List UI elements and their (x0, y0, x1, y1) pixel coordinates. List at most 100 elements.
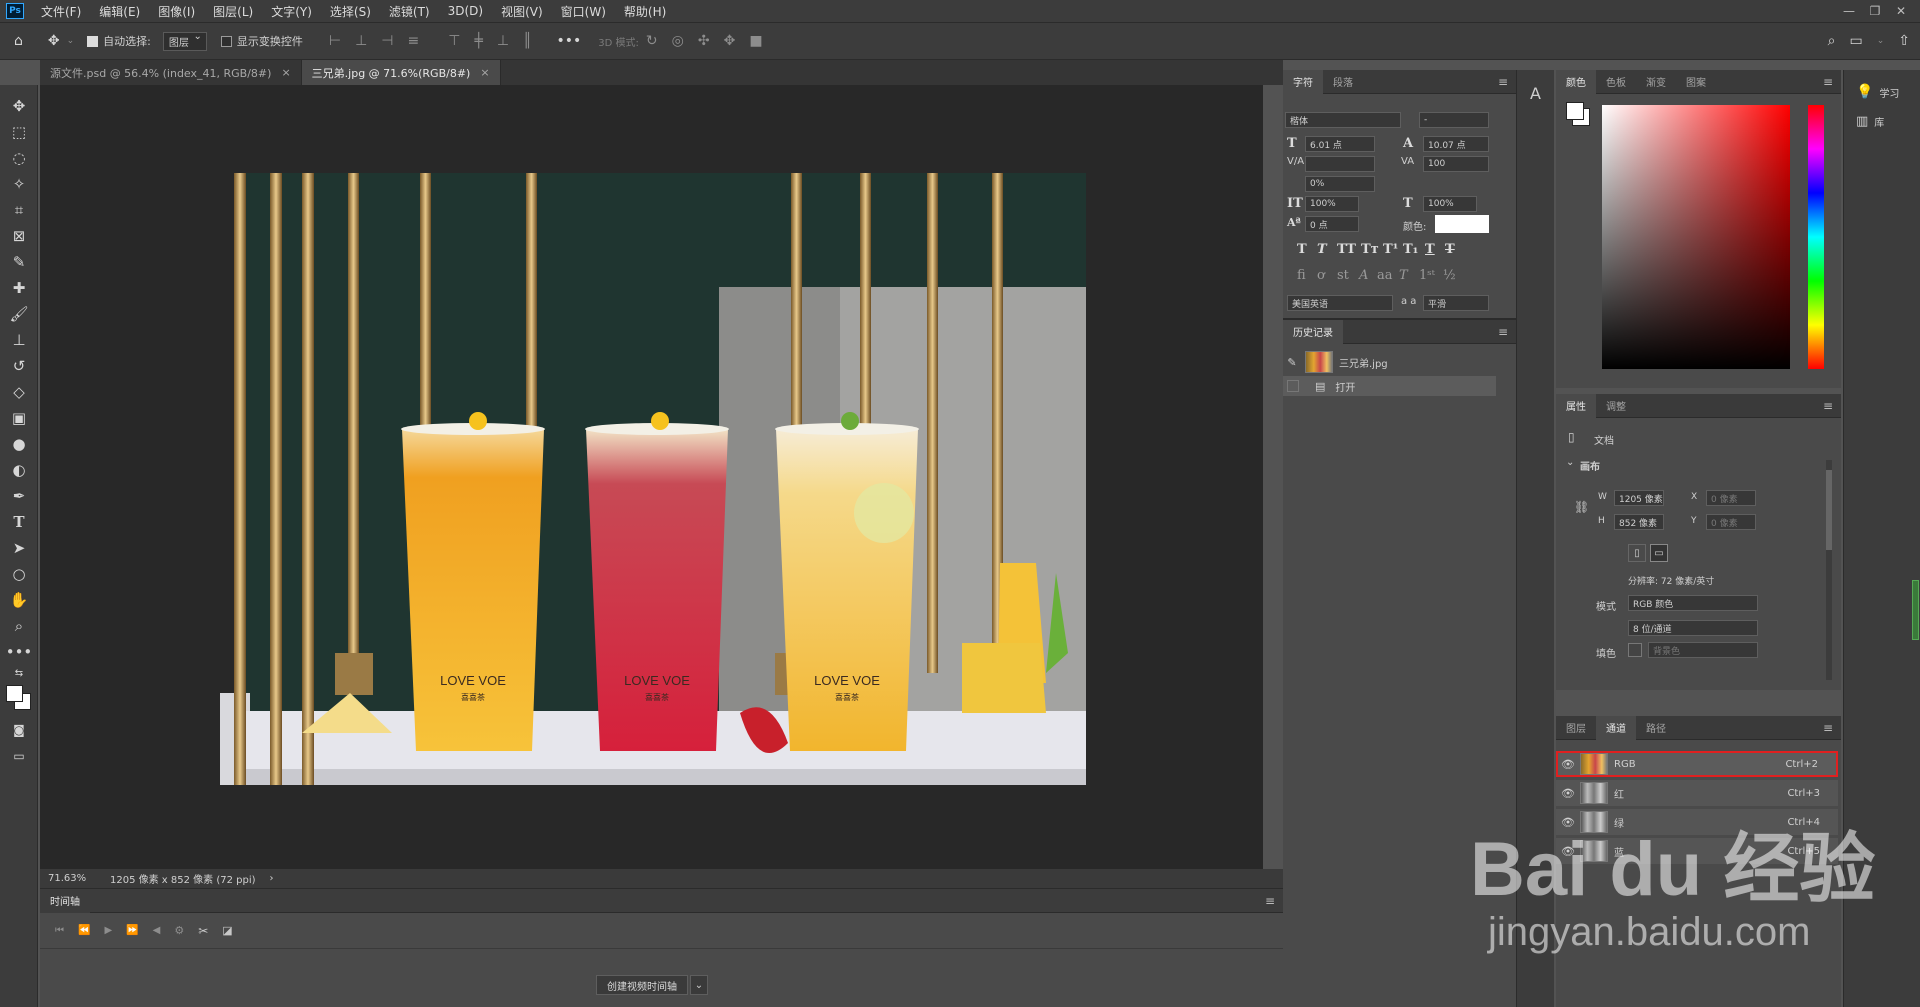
chevron-down-icon[interactable]: ⌄ (1566, 457, 1574, 468)
ligature-icon[interactable]: fi (1297, 268, 1306, 283)
tab-gradients[interactable]: 渐变 (1636, 70, 1676, 94)
settings-gear-icon[interactable]: ⚙ (174, 924, 184, 937)
stylistic-alternates-icon[interactable]: aa (1377, 268, 1393, 283)
menu-3d[interactable]: 3D(D) (439, 4, 492, 18)
subscript-icon[interactable]: T₁ (1403, 242, 1418, 257)
create-video-timeline-button[interactable]: 创建视频时间轴 (596, 975, 688, 995)
swap-colors-icon[interactable]: ⇆ (0, 665, 38, 681)
minimize-button[interactable]: — (1836, 4, 1862, 18)
blur-tool-icon[interactable]: ● (0, 431, 38, 457)
ordinals-icon[interactable]: 1ˢᵗ (1419, 268, 1435, 283)
menu-help[interactable]: 帮助(H) (615, 3, 675, 20)
auto-select-checkbox[interactable] (87, 35, 99, 47)
prev-frame-icon[interactable]: ⏪ (78, 925, 90, 936)
panel-menu-icon[interactable]: ≡ (1498, 75, 1508, 89)
close-icon[interactable]: × (480, 66, 489, 79)
fill-dropdown[interactable]: 背景色 (1648, 642, 1758, 658)
chevron-down-icon[interactable]: ⌄ (690, 975, 708, 995)
menu-layer[interactable]: 图层(L) (204, 3, 262, 20)
marquee-tool-icon[interactable]: ⬚ (0, 119, 38, 145)
scissors-icon[interactable]: ✂ (198, 924, 208, 938)
search-icon[interactable]: ⌕ (1828, 33, 1836, 49)
menu-type[interactable]: 文字(Y) (262, 3, 321, 20)
zoom-level[interactable]: 71.63% (48, 873, 98, 884)
scrollbar-thumb[interactable] (1826, 470, 1832, 550)
frame-tool-icon[interactable]: ⊠ (0, 223, 38, 249)
close-button[interactable]: ✕ (1888, 4, 1914, 18)
play-icon[interactable]: ▶ (104, 925, 112, 936)
align-bottom-icon[interactable]: ⊥ (497, 33, 509, 49)
tsume-field[interactable]: 0% (1305, 176, 1375, 192)
tab-character[interactable]: 字符 (1283, 69, 1323, 94)
chevron-down-icon[interactable]: ⌄ (67, 36, 75, 46)
hue-slider[interactable] (1808, 105, 1824, 369)
kerning-field[interactable] (1305, 156, 1375, 172)
tab-properties[interactable]: 属性 (1556, 393, 1596, 418)
menu-file[interactable]: 文件(F) (32, 3, 90, 20)
discretionary-ligature-icon[interactable]: st (1337, 268, 1349, 283)
titling-alternates-icon[interactable]: T (1399, 268, 1408, 283)
baseline-shift-field[interactable]: 0 点 (1305, 216, 1359, 232)
faux-italic-icon[interactable]: T (1317, 242, 1327, 257)
move-tool-icon[interactable]: ✥ (48, 33, 60, 49)
old-style-icon[interactable]: ơ (1317, 268, 1325, 283)
3d-pan-icon[interactable]: ✣ (698, 33, 710, 49)
align-hcenter-icon[interactable]: ⊥ (355, 33, 367, 49)
channel-row-rgb[interactable]: 👁 RGB Ctrl+2 (1556, 751, 1838, 777)
panel-menu-icon[interactable]: ≡ (1823, 721, 1833, 735)
more-options-icon[interactable]: ••• (557, 33, 582, 49)
distribute-v-icon[interactable]: ║ (523, 33, 531, 49)
mode-dropdown[interactable]: RGB 颜色 (1628, 595, 1758, 611)
gradient-tool-icon[interactable]: ▣ (0, 405, 38, 431)
auto-select-target-dropdown[interactable]: 图层 (162, 31, 207, 51)
strikethrough-icon[interactable]: T (1445, 242, 1455, 257)
history-snapshot[interactable]: ✎ 三兄弟.jpg (1283, 350, 1496, 374)
scrollbar[interactable] (1826, 460, 1832, 680)
fractions-icon[interactable]: ½ (1443, 268, 1456, 283)
zoom-tool-icon[interactable]: ⌕ (0, 613, 38, 639)
panel-menu-icon[interactable]: ≡ (1498, 325, 1508, 339)
saturation-brightness-field[interactable] (1602, 105, 1790, 369)
tab-color[interactable]: 颜色 (1556, 69, 1596, 94)
menu-view[interactable]: 视图(V) (492, 3, 552, 20)
next-frame-icon[interactable]: ⏩ (126, 925, 138, 936)
faux-bold-icon[interactable]: T (1297, 242, 1307, 257)
screen-mode-icon[interactable]: ▭ (0, 743, 38, 769)
panel-menu-icon[interactable]: ≡ (1823, 399, 1833, 413)
crop-tool-icon[interactable]: ⌗ (0, 197, 38, 223)
antialias-dropdown[interactable]: 平滑 (1423, 295, 1489, 311)
dodge-tool-icon[interactable]: ◐ (0, 457, 38, 483)
bit-depth-dropdown[interactable]: 8 位/通道 (1628, 620, 1758, 636)
distribute-icon[interactable]: ≡ (408, 33, 420, 49)
all-caps-icon[interactable]: TT (1337, 242, 1356, 257)
tab-layers[interactable]: 图层 (1556, 716, 1596, 740)
align-left-icon[interactable]: ⊢ (329, 33, 341, 49)
history-title[interactable]: 历史记录 (1283, 319, 1343, 344)
tracking-field[interactable]: 100 (1423, 156, 1489, 172)
text-color-swatch[interactable] (1435, 215, 1489, 233)
chevron-right-icon[interactable]: › (270, 873, 274, 884)
eraser-tool-icon[interactable]: ◇ (0, 379, 38, 405)
tab-adjustments[interactable]: 调整 (1596, 394, 1636, 418)
align-vcenter-icon[interactable]: ╪ (474, 33, 482, 49)
landscape-icon[interactable]: ▭ (1650, 544, 1668, 562)
x-field[interactable]: 0 像素 (1706, 490, 1756, 506)
stamp-tool-icon[interactable]: ⊥ (0, 327, 38, 353)
3d-rotate-icon[interactable]: ↻ (646, 33, 658, 49)
color-swatches[interactable] (0, 681, 37, 717)
pen-tool-icon[interactable]: ✒ (0, 483, 38, 509)
tab-swatches[interactable]: 色板 (1596, 70, 1636, 94)
3d-scale-icon[interactable]: ■ (749, 33, 762, 49)
language-dropdown[interactable]: 美国英语 (1287, 295, 1393, 311)
fill-color-swatch[interactable] (1628, 643, 1642, 657)
3d-slide-icon[interactable]: ✥ (724, 33, 736, 49)
tab-sanxiongdi-jpg[interactable]: 三兄弟.jpg @ 71.6%(RGB/8#) × (301, 60, 501, 85)
width-field[interactable]: 1205 像素 (1614, 490, 1664, 506)
panel-menu-icon[interactable]: ≡ (1823, 75, 1833, 89)
libraries-button[interactable]: ▥ 库 (1856, 114, 1884, 129)
magic-wand-icon[interactable]: ✧ (0, 171, 38, 197)
swash-icon[interactable]: A (1359, 268, 1368, 283)
underline-icon[interactable]: T (1425, 242, 1435, 257)
type-tool-icon[interactable]: T (0, 509, 38, 535)
font-family-dropdown[interactable]: 楷体 (1285, 112, 1401, 128)
